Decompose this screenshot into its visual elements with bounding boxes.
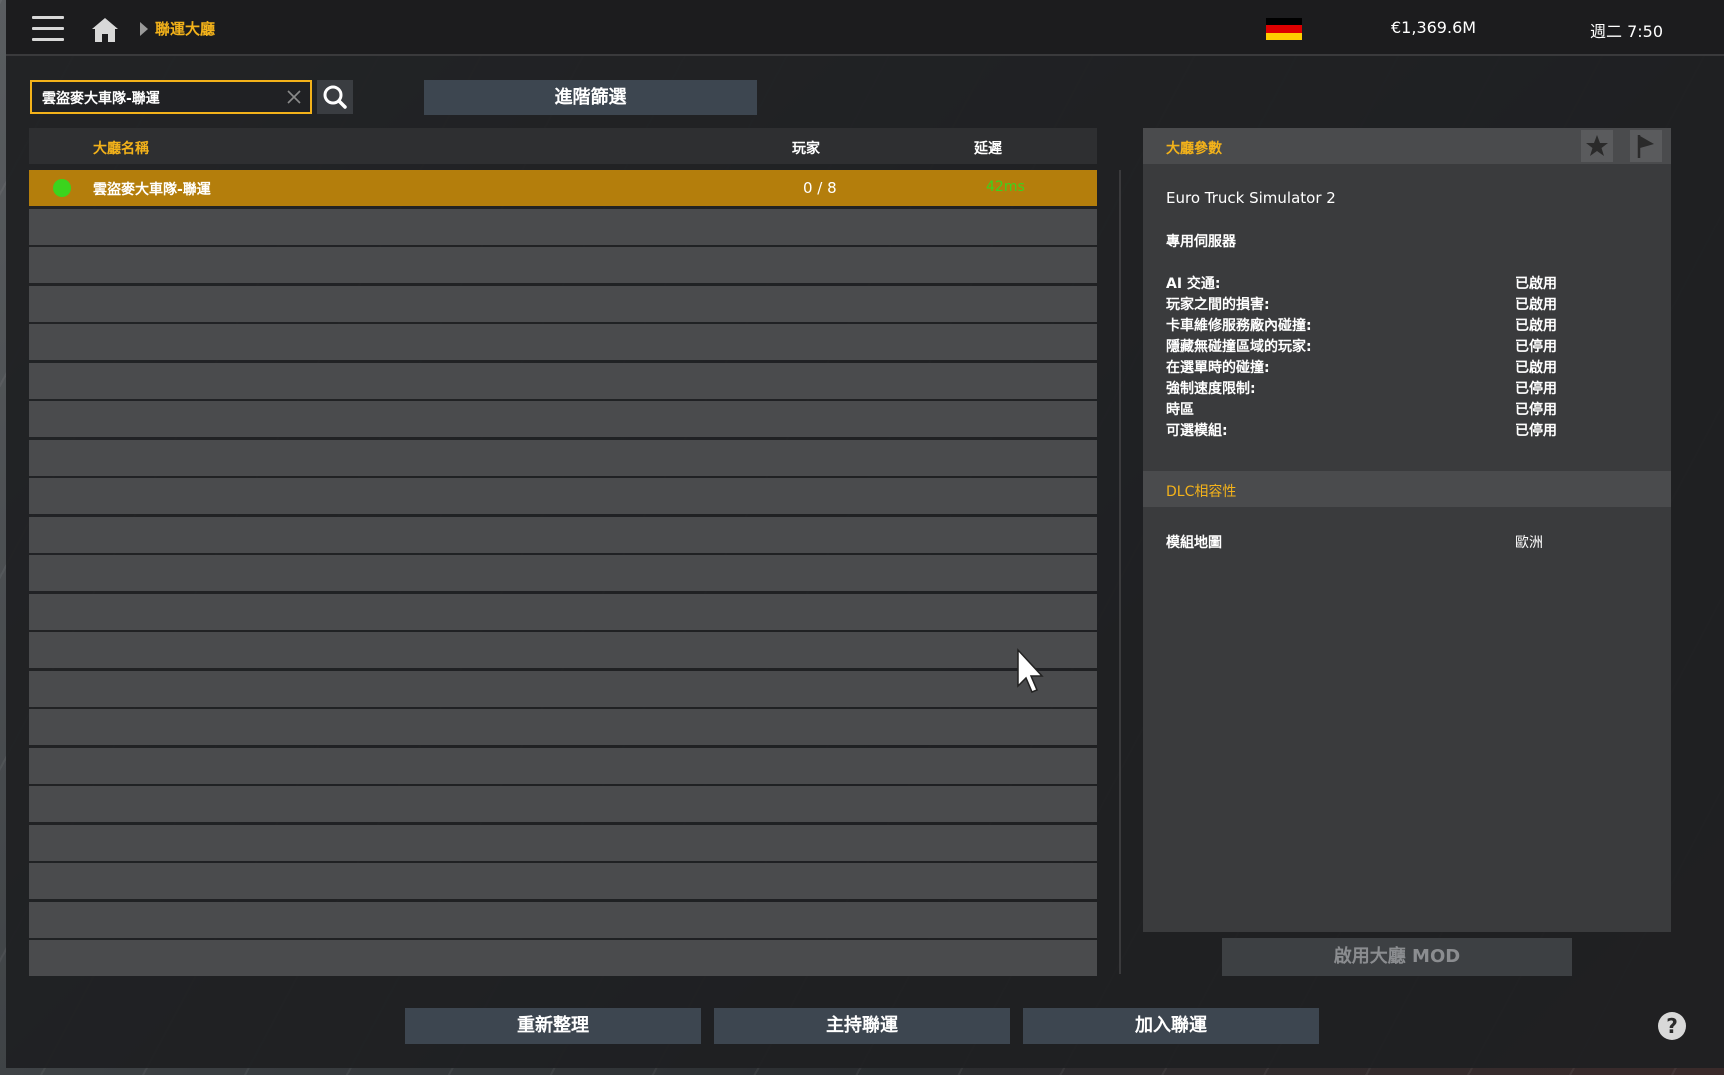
param-label: 強制速度限制: <box>1166 381 1256 397</box>
table-row-empty <box>29 670 1097 707</box>
table-row-empty <box>29 516 1097 553</box>
lobby-ping: 42ms <box>986 179 1025 195</box>
table-row-empty <box>29 786 1097 822</box>
param-value: 已停用 <box>1515 423 1557 439</box>
lobby-parameters-panel: 大廳參數 Euro Truck Simulator 2 專用伺服器 AI 交通:… <box>1143 128 1671 932</box>
panel-title: 大廳參數 <box>1166 141 1222 157</box>
panel-header: 大廳參數 <box>1143 128 1671 164</box>
refresh-button[interactable]: 重新整理 <box>405 1008 701 1044</box>
table-row-empty <box>29 362 1097 399</box>
online-status-icon <box>53 179 71 197</box>
report-button[interactable] <box>1630 130 1662 162</box>
table-row-empty <box>29 439 1097 476</box>
table-row-empty <box>29 747 1097 784</box>
search-icon <box>323 85 347 109</box>
param-value: 已停用 <box>1515 381 1557 397</box>
lobby-name: 雲盜麥大車隊-聯運 <box>93 182 211 198</box>
money-display: €1,369.6M <box>1391 18 1477 37</box>
table-row-empty <box>29 478 1097 514</box>
param-value: 已啟用 <box>1515 318 1557 334</box>
param-value: 已停用 <box>1515 402 1557 418</box>
game-name: Euro Truck Simulator 2 <box>1166 189 1336 207</box>
country-flag-icon <box>1266 18 1302 40</box>
param-value: 已啟用 <box>1515 360 1557 376</box>
param-value: 已停用 <box>1515 339 1557 355</box>
search-input[interactable] <box>42 87 272 109</box>
dlc-value: 歐洲 <box>1515 535 1543 551</box>
hamburger-menu-icon[interactable] <box>32 16 64 42</box>
dlc-section-header: DLC相容性 <box>1143 471 1671 507</box>
param-label: 卡車維修服務廠內碰撞: <box>1166 318 1312 334</box>
scrollbar-track[interactable] <box>1119 170 1121 974</box>
flag-icon <box>1637 135 1654 158</box>
dlc-label: 模組地圖 <box>1166 535 1222 551</box>
dlc-title: DLC相容性 <box>1166 484 1237 500</box>
favorite-button[interactable] <box>1581 130 1613 162</box>
table-row-empty <box>29 940 1097 976</box>
param-value: 已啟用 <box>1515 276 1557 292</box>
param-value: 已啟用 <box>1515 297 1557 313</box>
param-label: 可選模組: <box>1166 423 1228 439</box>
server-type: 專用伺服器 <box>1166 234 1236 250</box>
table-row-empty <box>29 709 1097 745</box>
host-convoy-button[interactable]: 主持聯運 <box>714 1008 1010 1044</box>
search-field <box>30 80 312 114</box>
mouse-cursor-icon <box>1017 648 1044 693</box>
column-header-name[interactable]: 大廳名稱 <box>93 138 149 158</box>
convoy-lobby-window: 聯運大廳 €1,369.6M 週二 7:50 進階篩選 大廳名稱 玩家 延遲 雲… <box>6 0 1724 1068</box>
table-header: 大廳名稱 玩家 延遲 <box>29 128 1097 164</box>
table-row[interactable]: 雲盜麥大車隊-聯運 0 / 8 42ms <box>29 170 1097 206</box>
table-row-empty <box>29 632 1097 668</box>
enable-lobby-mods-button[interactable]: 啟用大廳 MOD <box>1222 938 1572 976</box>
table-row-empty <box>29 208 1097 245</box>
param-label: 隱藏無碰撞區域的玩家: <box>1166 339 1312 355</box>
column-header-ping[interactable]: 延遲 <box>974 138 1002 158</box>
clear-icon[interactable] <box>286 89 302 105</box>
lobby-players: 0 / 8 <box>803 179 837 197</box>
top-bar: 聯運大廳 €1,369.6M 週二 7:50 <box>6 0 1724 56</box>
table-row-empty <box>29 555 1097 591</box>
lobby-table: 大廳名稱 玩家 延遲 雲盜麥大車隊-聯運 0 / 8 42ms <box>29 128 1097 976</box>
search-button[interactable] <box>317 80 353 114</box>
table-row-empty <box>29 593 1097 630</box>
table-row-empty <box>29 863 1097 899</box>
breadcrumb-arrow-icon <box>140 22 148 36</box>
param-label: 玩家之間的損害: <box>1166 297 1270 313</box>
table-row-empty <box>29 247 1097 283</box>
table-row-empty <box>29 285 1097 322</box>
breadcrumb[interactable]: 聯運大廳 <box>155 18 215 39</box>
star-icon <box>1586 135 1608 156</box>
advanced-filter-button[interactable]: 進階篩選 <box>424 80 757 115</box>
help-icon[interactable]: ? <box>1658 1012 1686 1040</box>
param-label: AI 交通: <box>1166 276 1221 292</box>
table-row-empty <box>29 824 1097 861</box>
table-row-empty <box>29 401 1097 437</box>
column-header-players[interactable]: 玩家 <box>792 138 820 158</box>
game-clock: 週二 7:50 <box>1590 22 1664 41</box>
param-label: 時區 <box>1166 402 1194 418</box>
home-icon[interactable] <box>90 16 120 44</box>
table-row-empty <box>29 324 1097 360</box>
param-label: 在選單時的碰撞: <box>1166 360 1270 376</box>
join-convoy-button[interactable]: 加入聯運 <box>1023 1008 1319 1044</box>
table-row-empty <box>29 901 1097 938</box>
